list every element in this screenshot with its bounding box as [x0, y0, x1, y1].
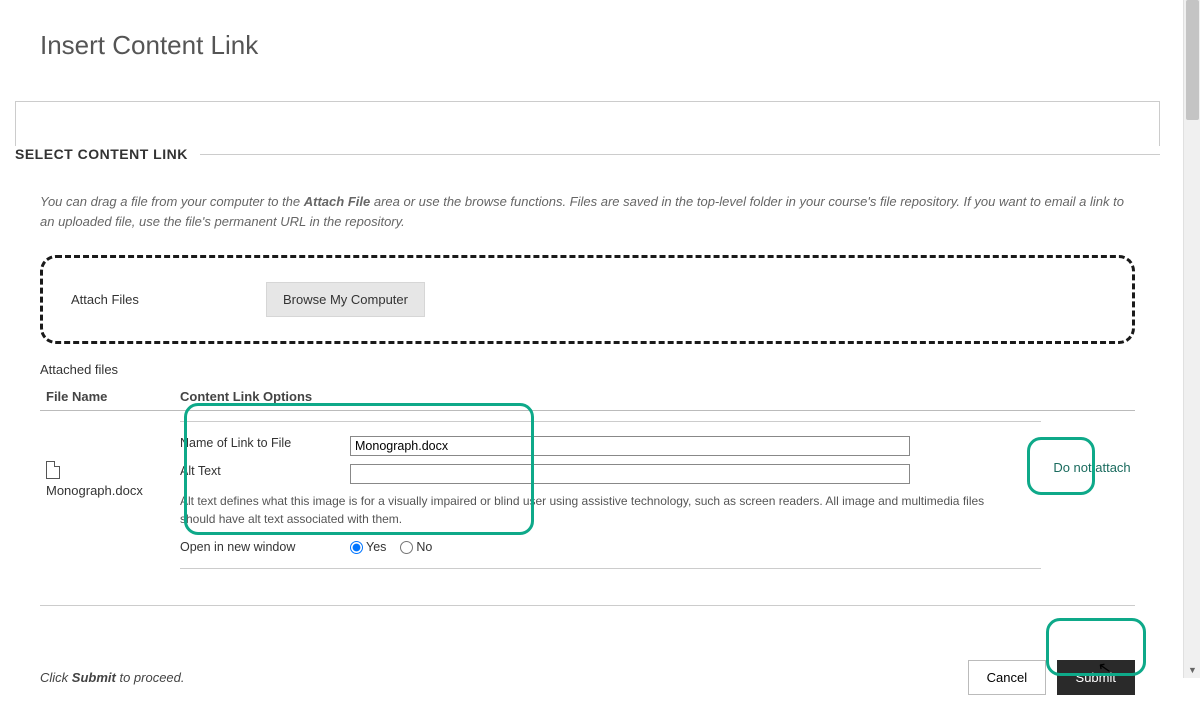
open-yes-radio[interactable] — [350, 541, 363, 554]
do-not-attach-link[interactable]: Do not attach — [1049, 421, 1135, 477]
file-icon — [46, 461, 60, 479]
vertical-scrollbar[interactable]: ▲ ▼ — [1183, 0, 1200, 678]
col-header-filename: File Name — [40, 389, 180, 404]
alt-text-description: Alt text defines what this image is for … — [180, 488, 1041, 536]
open-no-option[interactable]: No — [400, 540, 432, 554]
section-frame-top — [15, 101, 1160, 146]
name-of-link-label: Name of Link to File — [180, 436, 350, 450]
scroll-down-arrow-icon[interactable]: ▼ — [1184, 661, 1200, 678]
table-row: Monograph.docx Name of Link to File Alt … — [40, 411, 1135, 569]
browse-my-computer-button[interactable]: Browse My Computer — [266, 282, 425, 317]
open-new-window-label: Open in new window — [180, 540, 350, 554]
section-heading: SELECT CONTENT LINK — [15, 146, 200, 162]
open-no-radio[interactable] — [400, 541, 413, 554]
scroll-thumb[interactable] — [1186, 0, 1199, 120]
attached-files-header-row: File Name Content Link Options — [40, 383, 1135, 411]
alt-text-label: Alt Text — [180, 464, 350, 478]
help-text: You can drag a file from your computer t… — [40, 192, 1135, 231]
attach-dropzone[interactable]: Attach Files Browse My Computer — [40, 255, 1135, 344]
page-title: Insert Content Link — [40, 30, 1135, 61]
attached-files-heading: Attached files — [40, 362, 1135, 377]
alt-text-input[interactable] — [350, 464, 910, 484]
attach-files-label: Attach Files — [71, 292, 266, 307]
section-rule — [200, 154, 1160, 155]
footer-divider — [40, 605, 1135, 606]
name-of-link-input[interactable] — [350, 436, 910, 456]
content-link-options: Name of Link to File Alt Text Alt text d… — [180, 421, 1041, 569]
col-header-options: Content Link Options — [180, 389, 1135, 404]
open-yes-option[interactable]: Yes — [350, 540, 386, 554]
file-name: Monograph.docx — [46, 483, 143, 498]
file-cell: Monograph.docx — [40, 421, 180, 498]
